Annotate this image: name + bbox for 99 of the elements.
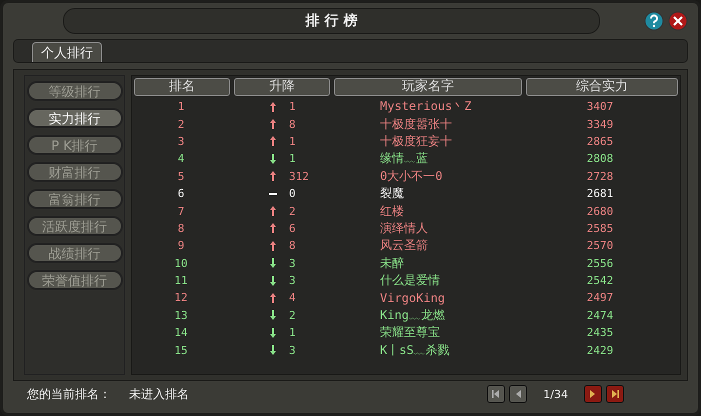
rank-cell-text: 11 xyxy=(173,274,189,288)
rank-cell-text: 1 xyxy=(176,100,186,114)
change-cell: 4 xyxy=(289,291,296,304)
column-header[interactable]: 玩家名字 xyxy=(334,78,522,96)
window-title: 排 行 榜 xyxy=(306,12,358,30)
power-cell-text: 2570 xyxy=(586,239,614,252)
rank-cell-text: 8 xyxy=(176,222,186,235)
down-arrow-icon xyxy=(269,344,277,356)
ranking-category-button[interactable]: 战绩排行 xyxy=(26,243,122,263)
player-name-cell-text: 0大小不一0 xyxy=(379,168,444,185)
player-name-cell-text: 十极度狂妄十 xyxy=(379,132,453,150)
column-header[interactable]: 综合实力 xyxy=(526,78,678,96)
up-arrow-icon xyxy=(269,100,277,113)
rank-cell-text: 13 xyxy=(173,308,189,322)
down-arrow-icon xyxy=(269,152,277,165)
close-icon xyxy=(668,11,688,31)
column-header[interactable]: 升降 xyxy=(234,78,330,96)
change-cell: 2 xyxy=(289,204,296,218)
rank-cell-text: 4 xyxy=(176,152,186,166)
close-button[interactable] xyxy=(668,11,688,31)
change-cell: 1 xyxy=(289,326,296,340)
player-name-cell-text: 十极度嚣张十 xyxy=(379,116,453,133)
change-cell: 1 xyxy=(289,100,296,114)
down-arrow-icon xyxy=(269,309,277,322)
tab[interactable]: 个人排行 xyxy=(32,42,102,62)
power-cell-text: 2728 xyxy=(586,170,614,183)
down-arrow-icon xyxy=(269,326,277,339)
rank-cell-text: 3 xyxy=(176,134,186,148)
current-rank-label: 您的当前排名： xyxy=(27,386,111,402)
rank-cell-text: 12 xyxy=(173,291,189,304)
current-rank-value: 未进入排名 xyxy=(129,386,189,402)
player-name-cell-text: 未醉 xyxy=(379,254,405,272)
rank-cell-text: 10 xyxy=(173,256,189,270)
down-arrow-icon xyxy=(269,257,277,270)
rank-cell-text: 6 xyxy=(176,187,186,200)
player-name-cell-text: 红楼 xyxy=(379,202,405,220)
player-name-cell-text: Mysterious丶Z xyxy=(379,98,472,116)
player-name-cell-text: 什么是爱情 xyxy=(379,272,441,290)
power-cell-text: 2474 xyxy=(586,308,614,322)
up-arrow-icon xyxy=(269,118,277,130)
ranking-category-button[interactable]: 等级排行 xyxy=(26,81,122,101)
up-arrow-icon xyxy=(269,135,277,148)
up-arrow-icon xyxy=(269,222,277,234)
change-cell: 3 xyxy=(289,256,296,270)
page-indicator: 1/34 xyxy=(543,388,568,400)
power-cell-text: 2556 xyxy=(586,256,614,270)
power-cell-text: 2435 xyxy=(586,326,614,340)
ranking-category-button[interactable]: P K排行 xyxy=(26,135,122,155)
next-page-button[interactable] xyxy=(584,385,602,403)
player-name-cell-text: 荣耀至尊宝 xyxy=(379,324,441,342)
change-cell: 8 xyxy=(289,118,296,131)
change-cell: 2 xyxy=(289,308,296,322)
power-cell-text: 2585 xyxy=(586,222,614,235)
rank-cell-text: 9 xyxy=(176,239,186,252)
ranking-category-button[interactable]: 荣誉值排行 xyxy=(26,270,122,290)
change-cell: 0 xyxy=(289,187,296,200)
bar-triangle-icon xyxy=(491,389,502,399)
player-name-cell-text: 演绎情人 xyxy=(379,220,429,237)
column-header[interactable]: 排名 xyxy=(134,78,230,96)
power-cell-text: 2681 xyxy=(586,187,614,200)
power-cell-text: 2808 xyxy=(586,152,614,166)
up-arrow-icon xyxy=(269,292,277,304)
ranking-category-button[interactable]: 实力排行 xyxy=(26,108,122,128)
player-name-cell-text: 风云圣箭 xyxy=(379,237,429,254)
power-cell-text: 3407 xyxy=(586,100,614,114)
rank-cell-text: 7 xyxy=(176,204,186,218)
power-cell-text: 2542 xyxy=(586,274,614,288)
change-cell: 312 xyxy=(289,170,309,183)
rank-cell-text: 15 xyxy=(173,344,189,357)
help-icon xyxy=(644,11,664,31)
power-cell-text: 2865 xyxy=(586,134,614,148)
ranking-category-button[interactable]: 财富排行 xyxy=(26,162,122,182)
up-arrow-icon xyxy=(269,240,277,252)
last-page-button[interactable] xyxy=(606,385,624,403)
rank-cell-text: 14 xyxy=(173,326,189,340)
ranking-category-button[interactable]: 富翁排行 xyxy=(26,189,122,209)
ranking-category-button[interactable]: 活跃度排行 xyxy=(26,216,122,236)
bar-triangle-icon xyxy=(610,389,620,399)
power-cell-text: 2429 xyxy=(586,344,614,357)
up-arrow-icon xyxy=(269,170,277,182)
down-arrow-icon xyxy=(269,274,277,287)
change-cell: 1 xyxy=(289,152,296,166)
player-name-cell-text: VirgoKing xyxy=(379,290,446,305)
rank-cell-text: 2 xyxy=(176,118,186,131)
change-cell: 6 xyxy=(289,222,296,235)
player-name-cell-text: K丨sS﹏杀戮 xyxy=(379,342,451,359)
change-cell: 3 xyxy=(289,344,296,357)
rank-cell-text: 5 xyxy=(176,170,186,183)
player-name-cell-text: King﹏龙燃 xyxy=(379,306,446,324)
player-name-cell-text: 缘情﹏蓝 xyxy=(379,150,429,168)
power-cell-text: 2497 xyxy=(586,291,614,304)
help-button[interactable] xyxy=(644,11,664,31)
power-cell-text: 2680 xyxy=(586,204,614,218)
change-cell: 1 xyxy=(289,134,296,148)
power-cell-text: 3349 xyxy=(586,118,614,131)
player-name-cell-text: 裂魔 xyxy=(379,185,405,202)
change-cell: 8 xyxy=(289,239,296,252)
change-cell: 3 xyxy=(289,274,296,288)
up-arrow-icon xyxy=(269,205,277,218)
